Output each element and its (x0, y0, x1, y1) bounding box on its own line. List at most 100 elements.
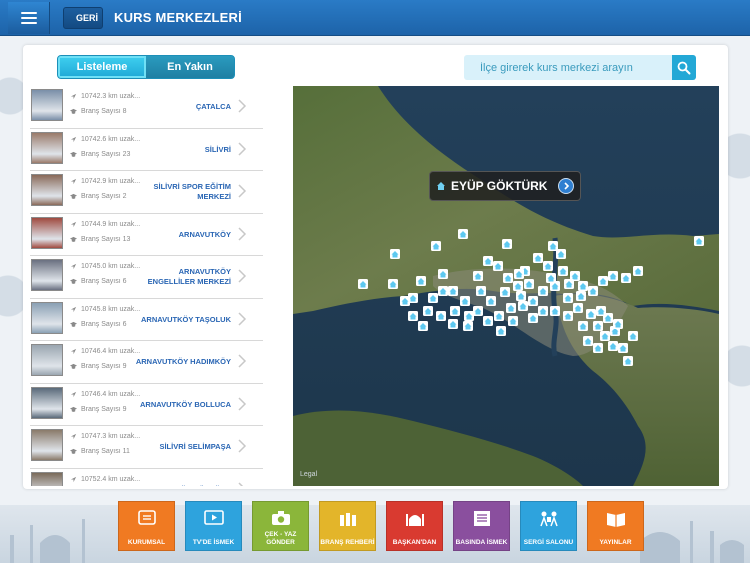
map-pin-icon[interactable] (431, 241, 441, 251)
list-item[interactable]: 10747.3 km uzak... Branş Sayısı 11 SİLİVRİ… (30, 426, 263, 469)
back-button[interactable]: GERİ (63, 7, 103, 29)
map-pin-icon[interactable] (388, 279, 398, 289)
map-pin-icon[interactable] (400, 296, 410, 306)
nav-button-1[interactable]: TV'DE İSMEK (185, 501, 242, 551)
map-pin-icon[interactable] (538, 286, 548, 296)
map-pin-icon[interactable] (506, 303, 516, 313)
map-pin-icon[interactable] (516, 291, 526, 301)
map-pin-icon[interactable] (496, 326, 506, 336)
nav-button-2[interactable]: ÇEK - YAZ GÖNDER (252, 501, 309, 551)
nav-button-6[interactable]: SERGİ SALONU (520, 501, 577, 551)
map-pin-icon[interactable] (494, 311, 504, 321)
map-pin-icon[interactable] (583, 336, 593, 346)
map-pin-icon[interactable] (390, 249, 400, 259)
map-pin-icon[interactable] (423, 306, 433, 316)
map-pin-icon[interactable] (463, 321, 473, 331)
search-input[interactable] (464, 55, 672, 80)
chevron-right-icon[interactable] (558, 178, 574, 194)
map-pin-icon[interactable] (438, 286, 448, 296)
map-pin-icon[interactable] (618, 343, 628, 353)
map-pin-icon[interactable] (416, 276, 426, 286)
map-pin-icon[interactable] (543, 261, 553, 271)
map-pin-icon[interactable] (608, 271, 618, 281)
map-view[interactable] (293, 86, 719, 486)
map-pin-icon[interactable] (476, 286, 486, 296)
map-pin-icon[interactable] (558, 266, 568, 276)
map-pin-icon[interactable] (593, 321, 603, 331)
map-pin-icon[interactable] (528, 296, 538, 306)
map-pin-icon[interactable] (448, 286, 458, 296)
list-item[interactable]: 10752.4 km uzak...EYÜP GÖKTÜRK (30, 469, 263, 486)
tab-nearest[interactable]: En Yakın (146, 56, 234, 78)
map-pin-icon[interactable] (502, 239, 512, 249)
list-item[interactable]: 10742.9 km uzak... Branş Sayısı 2 SİLİVRİ … (30, 171, 263, 214)
list-item[interactable]: 10745.0 km uzak... Branş Sayısı 6 ARNAVUTK… (30, 256, 263, 299)
list-item[interactable]: 10742.3 km uzak... Branş Sayısı 8 ÇATALCA (30, 86, 263, 129)
map-pin-icon[interactable] (588, 286, 598, 296)
tab-list[interactable]: Listeleme (58, 56, 146, 78)
map-pin-icon[interactable] (533, 253, 543, 263)
nav-button-4[interactable]: BAŞKAN'DAN (386, 501, 443, 551)
map-pin-icon[interactable] (473, 306, 483, 316)
nav-button-5[interactable]: BASINDA İSMEK (453, 501, 510, 551)
map-pin-icon[interactable] (564, 279, 574, 289)
list-item[interactable]: 10745.8 km uzak... Branş Sayısı 6 ARNAVUTK… (30, 299, 263, 341)
map-pin-icon[interactable] (556, 249, 566, 259)
map-pin-icon[interactable] (464, 311, 474, 321)
map-pin-icon[interactable] (358, 279, 368, 289)
map-pin-icon[interactable] (623, 356, 633, 366)
map-pin-icon[interactable] (513, 281, 523, 291)
map-pin-icon[interactable] (538, 306, 548, 316)
map-pin-icon[interactable] (418, 321, 428, 331)
map-pin-icon[interactable] (460, 296, 470, 306)
map-pin-icon[interactable] (613, 319, 623, 329)
map-pin-icon[interactable] (563, 311, 573, 321)
map-pin-icon[interactable] (508, 316, 518, 326)
map-pin-icon[interactable] (578, 281, 588, 291)
map-pin-icon[interactable] (573, 303, 583, 313)
list-item[interactable]: 10742.6 km uzak... Branş Sayısı 23 SİLİVRİ (30, 129, 263, 171)
nav-button-3[interactable]: BRANŞ REHBERİ (319, 501, 376, 551)
map-pin-icon[interactable] (608, 341, 618, 351)
map-pin-icon[interactable] (578, 321, 588, 331)
map-pin-icon[interactable] (493, 261, 503, 271)
nav-button-7[interactable]: YAYINLAR (587, 501, 644, 551)
map-pin-icon[interactable] (528, 313, 538, 323)
map-pin-icon[interactable] (633, 266, 643, 276)
map-pin-icon[interactable] (428, 293, 438, 303)
map-pin-icon[interactable] (486, 296, 496, 306)
map-pin-icon[interactable] (593, 343, 603, 353)
map-pin-icon[interactable] (628, 331, 638, 341)
map-pin-icon[interactable] (514, 269, 524, 279)
nav-button-0[interactable]: KURUMSAL (118, 501, 175, 551)
map-pin-icon[interactable] (436, 311, 446, 321)
map-pin-icon[interactable] (598, 276, 608, 286)
map-pin-icon[interactable] (503, 273, 513, 283)
map-pin-icon[interactable] (600, 331, 610, 341)
map-pin-icon[interactable] (483, 316, 493, 326)
map-pin-icon[interactable] (586, 309, 596, 319)
map-pin-icon[interactable] (563, 293, 573, 303)
list-item[interactable]: 10746.4 km uzak... Branş Sayısı 9 ARNAVUTK… (30, 384, 263, 426)
list-item[interactable]: 10744.9 km uzak... Branş Sayısı 13 ARNAVUT… (30, 214, 263, 256)
map-pin-icon[interactable] (694, 236, 704, 246)
search-button[interactable] (672, 55, 696, 80)
map-pin-icon[interactable] (483, 256, 493, 266)
map-pin-icon[interactable] (500, 287, 510, 297)
map-pin-icon[interactable] (518, 301, 528, 311)
map-pin-icon[interactable] (408, 311, 418, 321)
map-pin-icon[interactable] (448, 319, 458, 329)
map-pin-icon[interactable] (524, 279, 534, 289)
map-pin-icon[interactable] (458, 229, 468, 239)
map-pin-icon[interactable] (450, 306, 460, 316)
map-callout[interactable]: EYÜP GÖKTÜRK (429, 171, 581, 201)
list-item[interactable]: 10746.4 km uzak... Branş Sayısı 9 ARNAVUTK… (30, 341, 263, 384)
menu-button[interactable] (8, 2, 50, 34)
map-pin-icon[interactable] (550, 306, 560, 316)
map-pin-icon[interactable] (576, 291, 586, 301)
map-pin-icon[interactable] (596, 306, 606, 316)
map-pin-icon[interactable] (621, 273, 631, 283)
map-pin-icon[interactable] (473, 271, 483, 281)
map-pin-icon[interactable] (546, 273, 556, 283)
map-pin-icon[interactable] (438, 269, 448, 279)
